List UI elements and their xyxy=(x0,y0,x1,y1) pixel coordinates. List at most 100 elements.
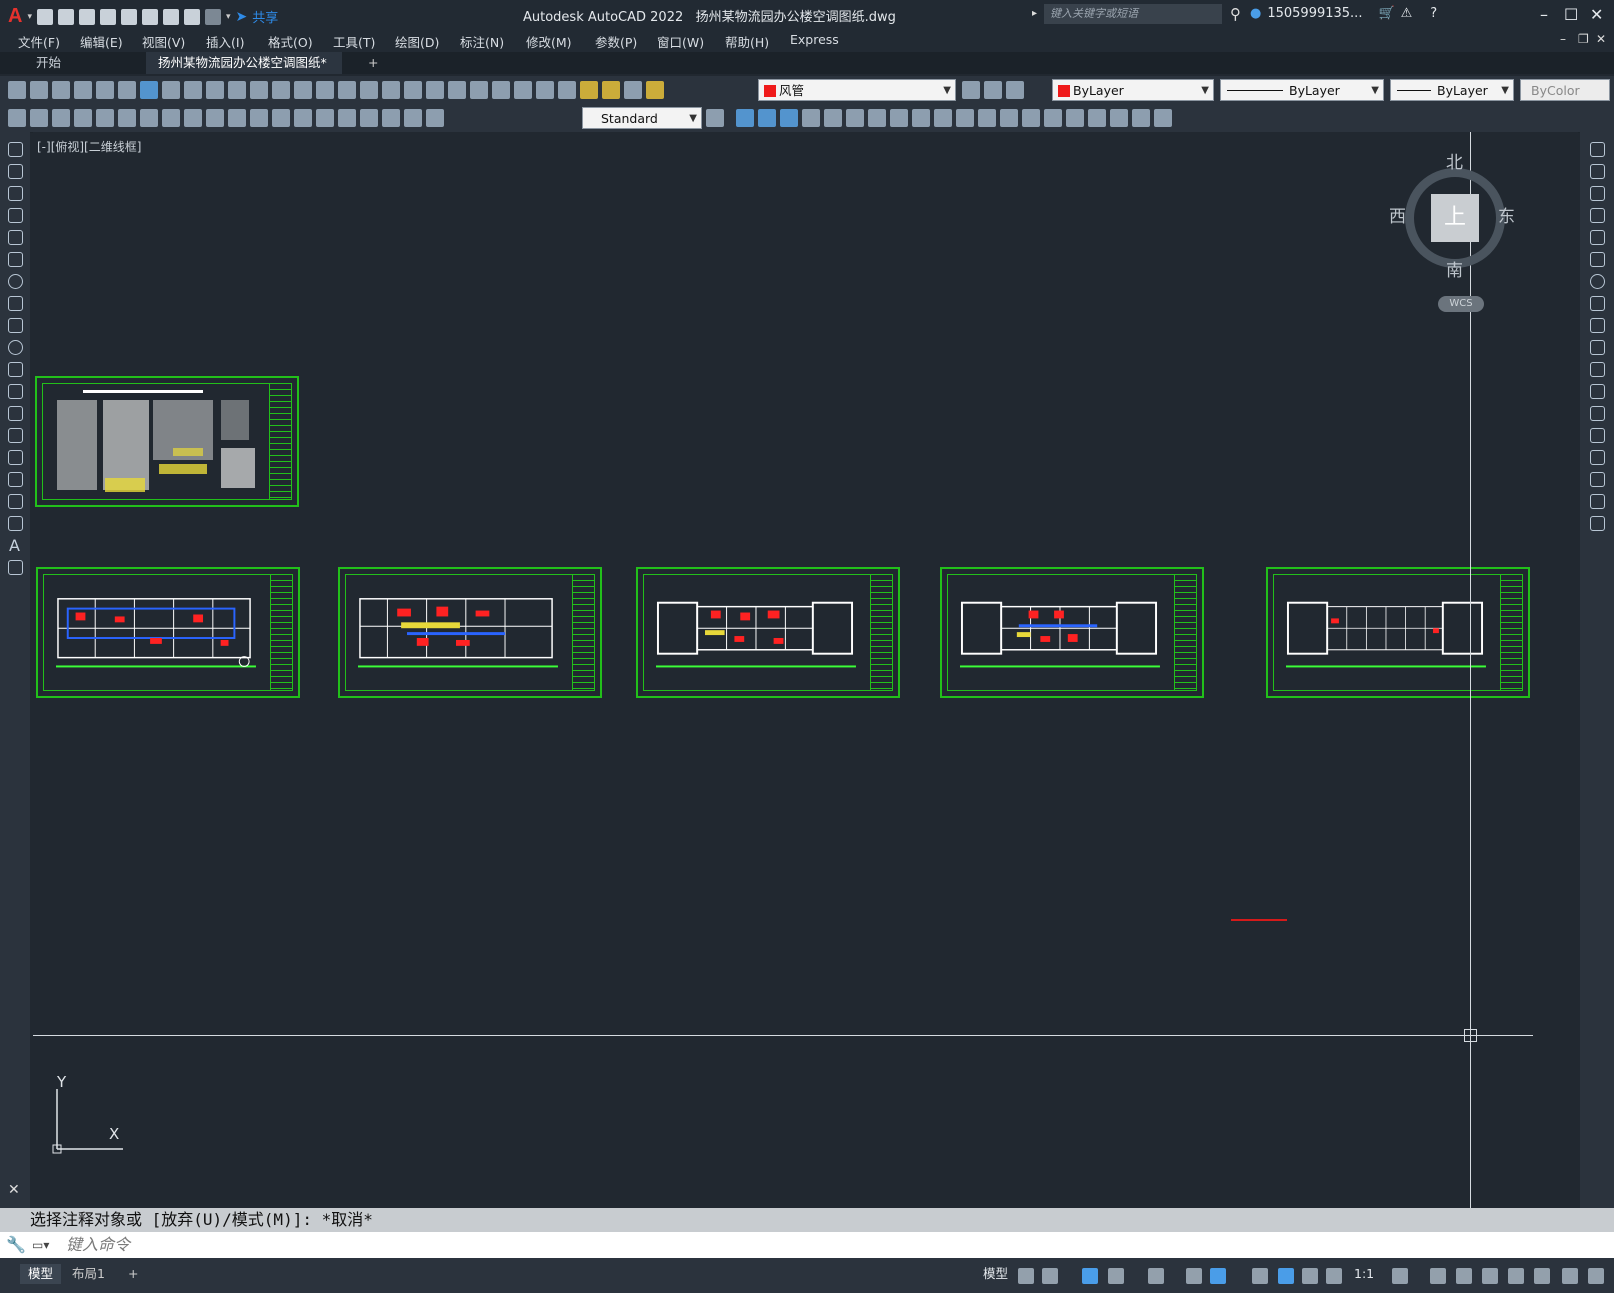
tolerance-icon[interactable] xyxy=(294,109,312,127)
line-icon[interactable] xyxy=(8,142,23,157)
scale-icon[interactable] xyxy=(1590,296,1605,311)
layer-on-icon[interactable] xyxy=(580,81,598,99)
customize-command-icon[interactable]: 🔧 xyxy=(6,1232,26,1258)
inspect-icon[interactable] xyxy=(338,109,356,127)
erase-tool-icon[interactable] xyxy=(1066,109,1084,127)
join-tool-icon[interactable] xyxy=(978,109,996,127)
search-input[interactable]: 键入关键字或短语 xyxy=(1044,4,1222,24)
grid-icon[interactable] xyxy=(1018,1268,1034,1284)
customize-quick-access-icon[interactable]: ▾ xyxy=(226,12,231,22)
scale-tool-icon[interactable] xyxy=(868,109,886,127)
layer-viewport-icon[interactable] xyxy=(624,81,642,99)
menu-format[interactable]: 格式(O) xyxy=(268,32,313,51)
zoom-realtime-icon[interactable] xyxy=(338,81,356,99)
paste-icon[interactable] xyxy=(206,81,224,99)
offset-icon[interactable] xyxy=(780,109,798,127)
rotate-icon[interactable] xyxy=(1590,274,1605,289)
dim-arc-icon[interactable] xyxy=(52,109,70,127)
quick-dim-icon[interactable] xyxy=(184,109,202,127)
ungroup-icon[interactable] xyxy=(1110,109,1128,127)
blend-curves-icon[interactable] xyxy=(1590,494,1605,509)
rotate-tool-icon[interactable] xyxy=(846,109,864,127)
construction-line-icon[interactable] xyxy=(8,164,23,179)
layer-properties-icon[interactable] xyxy=(558,81,576,99)
open-file-icon[interactable] xyxy=(57,8,74,25)
share-button[interactable]: 共享 xyxy=(252,7,278,26)
menu-express[interactable]: Express xyxy=(790,32,839,47)
annotation-monitor-icon[interactable] xyxy=(1430,1268,1446,1284)
compass-north[interactable]: 北 xyxy=(1446,148,1463,173)
ellipse-icon[interactable] xyxy=(8,340,23,355)
linetype-dropdown[interactable]: ByLayer ▼ xyxy=(1220,79,1384,101)
new-file-icon[interactable] xyxy=(36,8,53,25)
close-command-line-icon[interactable]: ✕ xyxy=(8,1182,20,1198)
search-icon[interactable]: ⚲ xyxy=(1230,5,1241,23)
dim-radius-icon[interactable] xyxy=(96,109,114,127)
arc-icon[interactable] xyxy=(8,252,23,267)
workspace-gear-icon[interactable] xyxy=(1392,1268,1408,1284)
cart-icon[interactable]: 🛒 xyxy=(1378,6,1394,21)
copy-object-icon[interactable] xyxy=(736,109,754,127)
undo-icon[interactable] xyxy=(183,8,200,25)
break-tool-icon[interactable] xyxy=(956,109,974,127)
object-snap-tracking-icon[interactable] xyxy=(1186,1268,1202,1284)
draworder-icon[interactable] xyxy=(1132,109,1150,127)
customization-icon[interactable] xyxy=(1588,1268,1604,1284)
pan-icon[interactable] xyxy=(316,81,334,99)
layout-tab-1[interactable]: 布局1 xyxy=(64,1264,113,1284)
dim-style-icon[interactable] xyxy=(706,109,724,127)
share-icon[interactable]: ➤ xyxy=(236,9,248,25)
dim-continue-icon[interactable] xyxy=(228,109,246,127)
isodraft-icon[interactable] xyxy=(1148,1268,1164,1284)
drawing-sheet-plan-4[interactable] xyxy=(940,567,1204,698)
block-editor-icon[interactable] xyxy=(250,81,268,99)
dim-jogged-icon[interactable] xyxy=(118,109,136,127)
save-icon[interactable] xyxy=(78,8,95,25)
lock-ui-icon[interactable] xyxy=(1508,1268,1524,1284)
save-as-icon[interactable] xyxy=(99,8,116,25)
quick-properties-icon[interactable] xyxy=(1482,1268,1498,1284)
menu-window[interactable]: 窗口(W) xyxy=(657,32,704,51)
dim-aligned-icon[interactable] xyxy=(30,109,48,127)
dim-update-icon[interactable] xyxy=(426,109,444,127)
polyline-icon[interactable] xyxy=(8,186,23,201)
join-icon[interactable] xyxy=(1590,428,1605,443)
drawing-sheet-plan-3[interactable] xyxy=(636,567,900,698)
sheet-set-icon[interactable] xyxy=(470,81,488,99)
autodesk-a360-icon[interactable]: ⚠ xyxy=(1401,6,1413,21)
match-properties-icon[interactable] xyxy=(228,81,246,99)
menu-view[interactable]: 视图(V) xyxy=(142,32,185,51)
polygon-icon[interactable] xyxy=(8,208,23,223)
ortho-icon[interactable] xyxy=(1082,1268,1098,1284)
center-mark-icon[interactable] xyxy=(316,109,334,127)
chamfer-tool-icon[interactable] xyxy=(1000,109,1018,127)
extend-icon[interactable] xyxy=(1590,362,1605,377)
tab-document[interactable]: 扬州某物流园办公楼空调图纸* ✕ xyxy=(146,52,342,92)
zoom-previous-icon[interactable] xyxy=(382,81,400,99)
point-icon[interactable] xyxy=(8,428,23,443)
array-modify-icon[interactable] xyxy=(1590,230,1605,245)
wcs-menu[interactable]: WCS xyxy=(1438,296,1484,312)
maximize-icon[interactable]: ☐ xyxy=(1564,5,1578,24)
preview-icon[interactable] xyxy=(96,81,114,99)
dim-linear-icon[interactable] xyxy=(8,109,26,127)
drawing-sheet-plan-5[interactable] xyxy=(1266,567,1530,698)
make-block-icon[interactable] xyxy=(8,406,23,421)
make-current-layer-icon[interactable] xyxy=(962,81,980,99)
stretch-tool-icon[interactable] xyxy=(890,109,908,127)
insert-block-icon[interactable] xyxy=(8,384,23,399)
compass-west[interactable]: 西 xyxy=(1389,202,1406,227)
copy-icon[interactable] xyxy=(184,81,202,99)
user-account[interactable]: ● 1505999135... 🛒 ⚠ ? xyxy=(1250,6,1437,21)
recent-commands-icon[interactable]: ▭▾ xyxy=(32,1232,49,1258)
menu-help[interactable]: 帮助(H) xyxy=(725,32,769,51)
stretch-icon[interactable] xyxy=(1590,318,1605,333)
spline-icon[interactable] xyxy=(8,318,23,333)
multiline-text-icon[interactable]: A xyxy=(9,536,20,555)
trim-icon[interactable] xyxy=(1590,340,1605,355)
publish-icon[interactable] xyxy=(118,81,136,99)
app-menu-chevron-icon[interactable]: ▾ xyxy=(27,12,32,22)
chamfer-icon[interactable] xyxy=(1590,450,1605,465)
layer-thaw-icon[interactable] xyxy=(602,81,620,99)
calculator-icon[interactable] xyxy=(514,81,532,99)
